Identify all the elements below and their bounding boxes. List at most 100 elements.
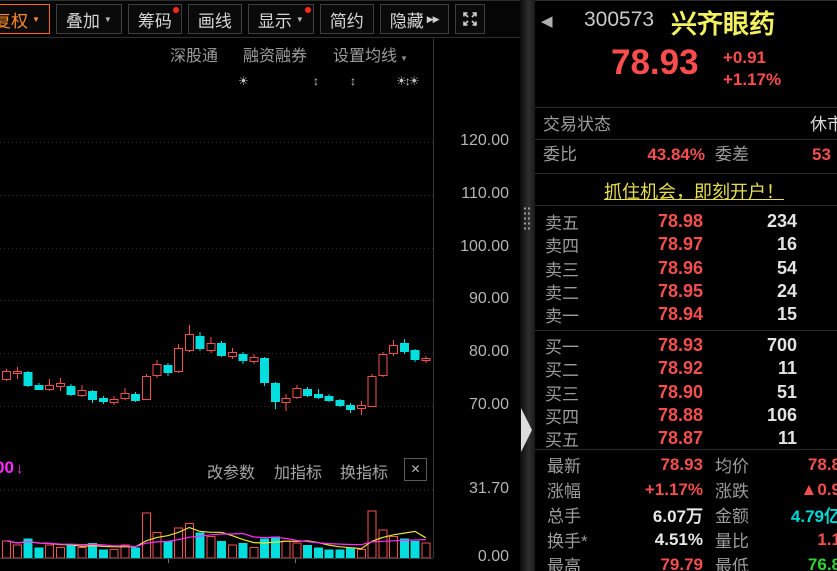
time-axis-tick (168, 559, 169, 563)
stock-code: 300573 (584, 8, 654, 32)
stat-value: 78.93 (605, 455, 703, 475)
book-price: 78.92 (597, 358, 703, 379)
order-book-row[interactable]: 卖四78.9716 (535, 232, 837, 255)
book-level-label: 卖二 (545, 279, 597, 304)
book-level-label: 买四 (545, 403, 597, 428)
candlestick-chart[interactable]: ☀↕↕☀↕☀ (0, 66, 433, 455)
close-indicator-button[interactable]: ✕ (404, 458, 427, 481)
divider-line (535, 449, 837, 450)
book-volume: 15 (703, 304, 797, 325)
stat-label: 最新 (547, 452, 605, 477)
drag-grip-icon[interactable] (523, 206, 532, 232)
stock-trading-app: 复权▼叠加▼筹码画线显示▼简约隐藏▶▶ 深股通融资融券设置均线▼ ☀↕↕☀↕☀ … (0, 0, 837, 571)
book-price: 78.90 (597, 382, 703, 403)
toolbar-button-label: 叠加 (66, 7, 100, 32)
book-volume: 51 (703, 382, 797, 403)
price-axis-label: 120.00 (460, 132, 509, 150)
volume-axis-label: 31.70 (469, 480, 509, 498)
chart-toolbar: 复权▼叠加▼筹码画线显示▼简约隐藏▶▶ (0, 0, 520, 38)
order-book-row[interactable]: 卖二78.9524 (535, 279, 837, 302)
book-price: 78.96 (597, 258, 703, 279)
stat-value: 78.8 (775, 455, 837, 475)
stat-value: 6.07万 (605, 502, 703, 527)
stats-grid: 最新78.93均价78.8涨幅+1.17%涨跌▲0.9总手6.07万金额4.79… (535, 452, 837, 571)
book-level-label: 卖一 (545, 302, 597, 327)
stat-label: 总手 (547, 502, 605, 527)
toolbar-button-label: 隐藏 (390, 7, 424, 32)
open-account-ad: 抓住机会，即刻开户！ (535, 178, 837, 204)
expand-icon (461, 10, 479, 28)
stat-label: 量比 (715, 527, 775, 552)
toolbar-button-label: 简约 (330, 7, 364, 32)
toolbar-button-yincang[interactable]: 隐藏▶▶ (380, 4, 449, 34)
book-volume: 16 (703, 234, 797, 255)
add-indicator-link[interactable]: 加指标 (274, 459, 322, 483)
stat-value: 79.79 (605, 555, 703, 571)
order-book-row[interactable]: 买三78.9051 (535, 380, 837, 403)
event-marker-icon: ☀↕☀ (396, 74, 418, 88)
candlestick-svg (0, 66, 433, 455)
weicha-label: 委差 (715, 141, 749, 169)
link-shengutong[interactable]: 深股通 (170, 42, 218, 66)
trading-status-value: 休市 (810, 111, 837, 139)
order-book-row[interactable]: 卖三78.9654 (535, 256, 837, 279)
weibi-value: 43.84% (595, 141, 705, 169)
book-price: 78.95 (597, 281, 703, 302)
toolbar-button-xianshi[interactable]: 显示 ▼ (248, 4, 314, 34)
stat-row: 最新78.93 均价78.8 (535, 452, 837, 477)
double-right-arrow-icon: ▶▶ (427, 14, 439, 25)
book-level-label: 买二 (545, 356, 597, 381)
weibi-label: 委比 (543, 141, 577, 169)
toolbar-button-diejia[interactable]: 叠加▼ (56, 4, 122, 34)
book-level-label: 卖三 (545, 256, 597, 281)
chart-subbar: 深股通 融资融券 设置均线▼ (0, 37, 433, 66)
back-chevron-icon[interactable]: ◀ (541, 12, 553, 30)
weibi-row: 委比 43.84% 委差 53 (535, 141, 837, 169)
book-price: 78.97 (597, 234, 703, 255)
collapse-panel-arrow-icon[interactable] (521, 408, 532, 452)
stat-label: 均价 (715, 452, 775, 477)
open-account-link[interactable]: 抓住机会，即刻开户！ (604, 182, 784, 202)
time-axis-tick (295, 559, 296, 563)
buy-order-book: 买一78.93700买二78.9211买三78.9051买四78.88106买五… (535, 333, 837, 449)
order-book-row[interactable]: 卖五78.98234 (535, 209, 837, 232)
order-book-row[interactable]: 买一78.93700 (535, 333, 837, 356)
book-level-label: 卖五 (545, 209, 597, 234)
order-book-row[interactable]: 买四78.88106 (535, 403, 837, 426)
caret-down-icon: ▼ (296, 15, 304, 24)
volume-axis-label: 0.00 (478, 548, 509, 566)
red-dot-badge (173, 7, 179, 13)
toolbar-button-huaxian[interactable]: 画线 (188, 4, 242, 34)
stat-row: 涨幅+1.17%涨跌▲0.9 (535, 477, 837, 502)
volume-chart[interactable] (0, 482, 433, 559)
book-level-label: 买三 (545, 380, 597, 405)
event-marker-icon: ☀ (238, 74, 247, 88)
book-volume: 234 (703, 211, 797, 232)
book-volume: 106 (703, 405, 797, 426)
toolbar-button-jianyue[interactable]: 简约 (320, 4, 374, 34)
toolbar-button-fuquan[interactable]: 复权▼ (0, 4, 50, 34)
switch-indicator-link[interactable]: 换指标 (340, 459, 388, 483)
change-params-link[interactable]: 改参数 (207, 459, 255, 483)
order-book-row[interactable]: 买二78.9211 (535, 356, 837, 379)
order-book-row[interactable]: 买五78.8711 (535, 426, 837, 449)
book-price: 78.93 (597, 335, 703, 356)
price-change: +0.91 (723, 48, 766, 68)
weicha-value: 53 (812, 141, 831, 169)
price-axis-label: 110.00 (461, 185, 509, 203)
order-book-row[interactable]: 卖一78.9415 (535, 302, 837, 325)
toolbar-button-label: 筹码 (138, 7, 172, 32)
toolbar-button-label: 显示 (258, 7, 292, 32)
book-level-label: 买一 (545, 333, 597, 358)
red-dot-badge (305, 7, 311, 13)
stat-label: 换手* (547, 527, 605, 552)
stat-value: ▲0.9 (775, 480, 837, 500)
event-marker-icon: ↕ (350, 74, 354, 88)
link-rongzirongquan[interactable]: 融资融券 (243, 42, 307, 66)
link-shezhijunxian[interactable]: 设置均线▼ (333, 42, 408, 66)
fullscreen-button[interactable] (455, 4, 485, 34)
toolbar-button-chouma[interactable]: 筹码 (128, 4, 182, 34)
panel-divider[interactable] (520, 0, 535, 571)
book-price: 78.87 (597, 428, 703, 449)
book-price: 78.98 (597, 211, 703, 232)
